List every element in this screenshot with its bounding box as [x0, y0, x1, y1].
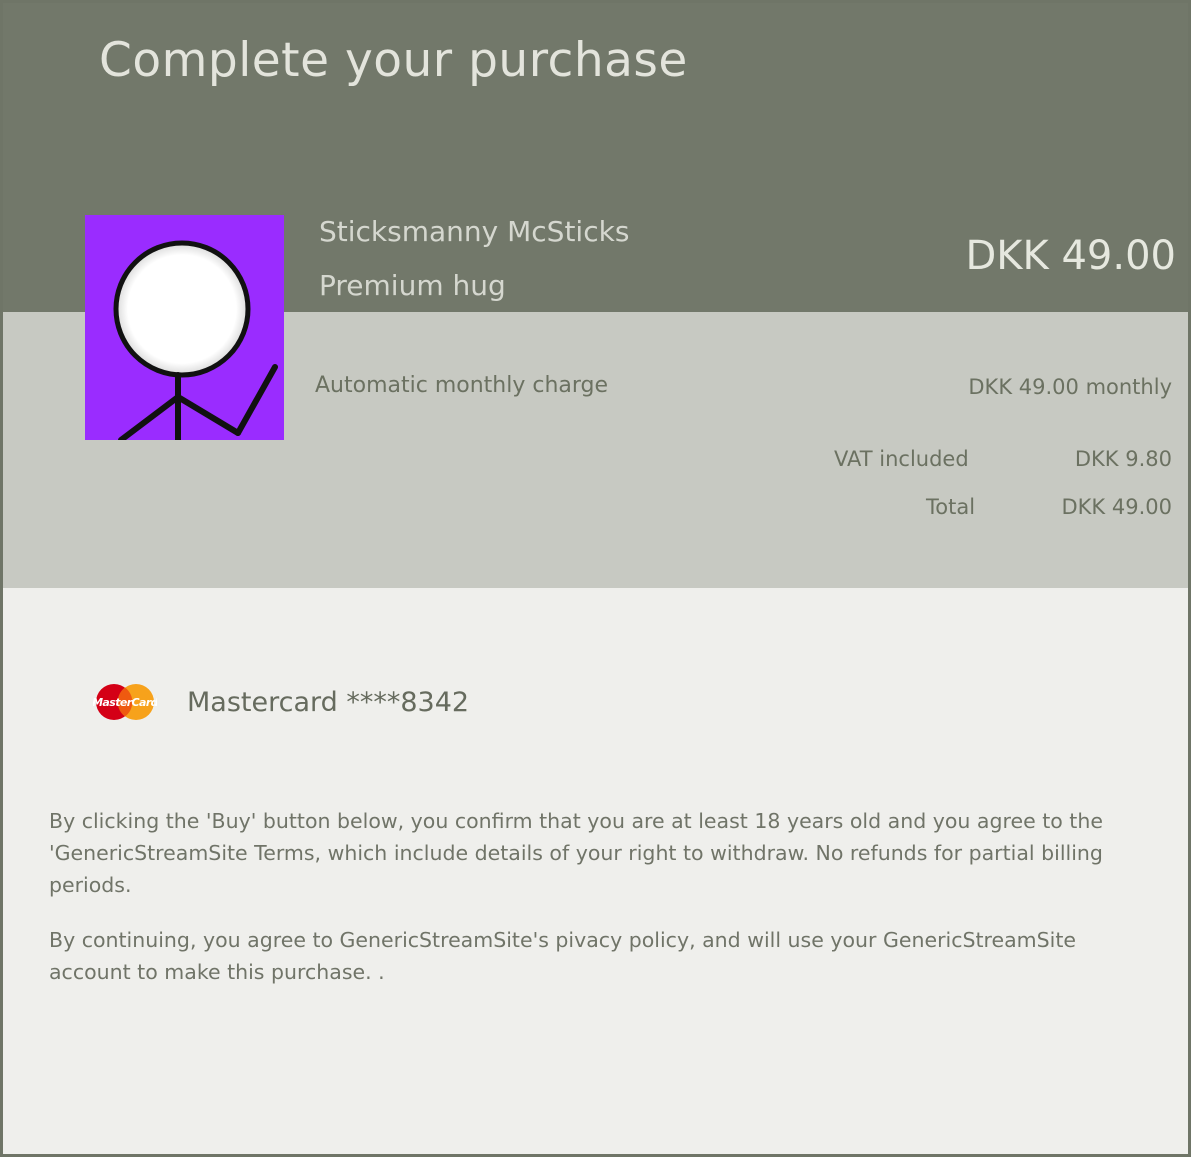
payment-method[interactable]: MasterCard Mastercard ****8342 [93, 679, 469, 725]
terms-text: By clicking the 'Buy' button below, you … [49, 809, 1103, 897]
purchase-dialog: Complete your purchase Sticksmanny McSti… [0, 0, 1191, 1157]
stick-figure-avatar-icon [113, 240, 278, 440]
card-label: Mastercard ****8342 [187, 686, 470, 718]
creator-name: Sticksmanny McSticks [319, 215, 630, 248]
charge-value: DKK 49.00 monthly [968, 375, 1172, 399]
privacy-text: By continuing, you agree to GenericStrea… [49, 928, 1077, 984]
vat-value: DKK 9.80 [1074, 447, 1172, 471]
product-price: DKK 49.00 [965, 233, 1177, 279]
total-label: Total [926, 495, 976, 519]
mastercard-logo-text: MasterCard [93, 696, 157, 709]
mastercard-logo-icon: MasterCard [93, 680, 157, 724]
product-thumbnail [85, 215, 284, 440]
vat-label: VAT included [834, 447, 969, 471]
total-value: DKK 49.00 [1061, 495, 1172, 519]
page-title: Complete your purchase [99, 33, 688, 88]
product-name: Premium hug [319, 269, 506, 302]
charge-label: Automatic monthly charge [315, 373, 609, 398]
